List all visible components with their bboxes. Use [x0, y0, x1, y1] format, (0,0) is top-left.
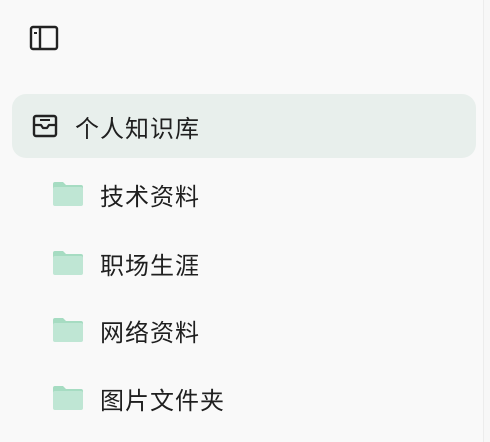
- folder-item-images[interactable]: 图片文件夹: [40, 370, 460, 426]
- knowledge-base-icon: [31, 112, 59, 140]
- folder-item-network[interactable]: 网络资料: [40, 302, 460, 358]
- folder-label: 职场生涯: [100, 251, 200, 280]
- folder-icon: [51, 384, 85, 412]
- knowledge-base-item[interactable]: 个人知识库: [12, 94, 476, 158]
- folder-label: 技术资料: [100, 182, 200, 211]
- folder-icon: [51, 316, 85, 344]
- folder-icon: [51, 180, 85, 208]
- folder-label: 网络资料: [100, 318, 200, 347]
- sidebar-panel: 个人知识库 技术资料 职场生涯 网络资料 图片文件夹: [0, 0, 484, 442]
- folder-item-career[interactable]: 职场生涯: [40, 235, 460, 291]
- folder-item-tech[interactable]: 技术资料: [40, 166, 460, 222]
- sidebar-toggle-icon: [29, 25, 59, 51]
- sidebar-toggle-button[interactable]: [22, 20, 66, 56]
- folder-icon: [51, 249, 85, 277]
- knowledge-base-label: 个人知识库: [75, 114, 200, 143]
- folder-label: 图片文件夹: [100, 386, 225, 415]
